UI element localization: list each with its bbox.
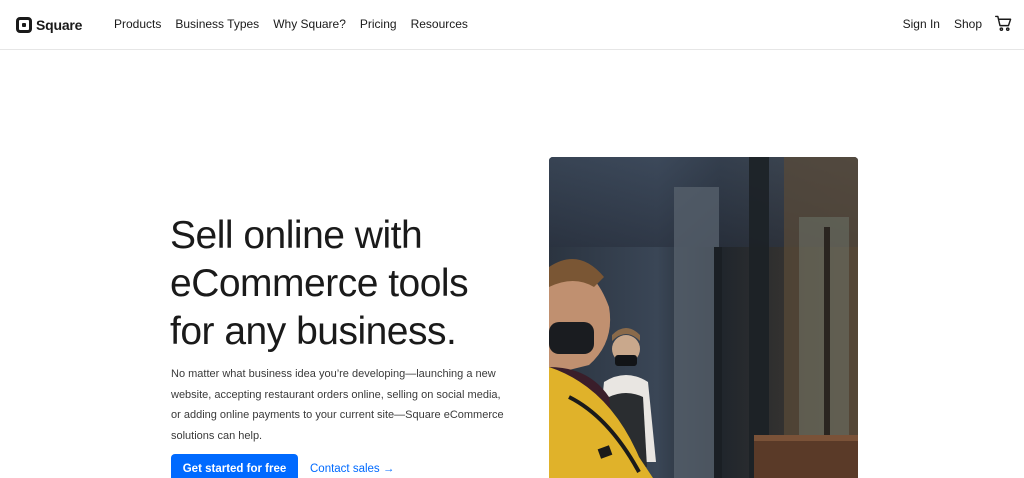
contact-sales-link[interactable]: Contact sales →: [310, 463, 394, 475]
nav-link-products[interactable]: Products: [114, 17, 161, 31]
arrow-right-icon: →: [382, 463, 395, 475]
nav-link-resources[interactable]: Resources: [411, 17, 468, 31]
nav-link-why-square[interactable]: Why Square?: [273, 17, 346, 31]
hero-title-line-3: for any business.: [170, 310, 457, 353]
hero-photo: [549, 157, 858, 478]
contact-sales-label: Contact sales: [310, 463, 380, 475]
hero-title: Sell online with eCommerce tools for any…: [170, 212, 530, 356]
hero-title-line-1: Sell online with: [170, 214, 423, 257]
square-logo[interactable]: Square: [16, 15, 82, 35]
top-navigation: Square Products Business Types Why Squar…: [0, 0, 1024, 50]
logo-text: Square: [36, 17, 83, 33]
cart-icon[interactable]: [995, 15, 1012, 32]
nav-link-pricing[interactable]: Pricing: [360, 17, 397, 31]
shop-link[interactable]: Shop: [954, 17, 982, 31]
square-logo-icon: [16, 17, 32, 33]
get-started-button[interactable]: Get started for free: [171, 454, 298, 478]
hero-description: No matter what business idea you’re deve…: [171, 368, 504, 442]
sign-in-link[interactable]: Sign In: [903, 17, 940, 31]
primary-nav: Products Business Types Why Square? Pric…: [114, 17, 482, 31]
nav-link-business-types[interactable]: Business Types: [175, 17, 259, 31]
nav-right-actions: Sign In Shop: [889, 15, 1012, 32]
hero-title-line-2: eCommerce tools: [170, 262, 469, 305]
